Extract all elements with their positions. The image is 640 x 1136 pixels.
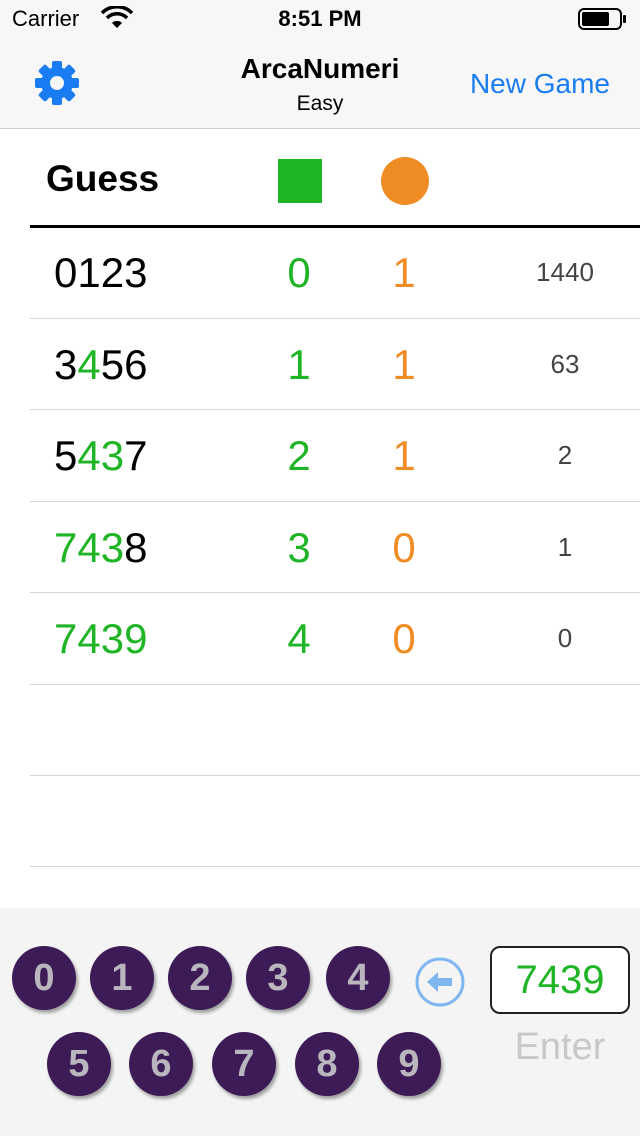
guess-row: 0123 0 1 1440 [30,227,640,319]
guess-row: 3456 1 1 63 [30,319,640,410]
guess-row: 5437 2 1 2 [30,410,640,502]
wrong-position-count: 0 [392,523,416,571]
digit-key-2[interactable]: 2 [168,946,232,1010]
enter-button[interactable]: Enter [490,1026,630,1069]
digit-key-6[interactable]: 6 [129,1032,193,1096]
guess-digit: 5 [54,432,78,479]
battery-icon [578,8,626,30]
backspace-arrow-icon[interactable] [414,956,466,1008]
guess-digits: 0123 [54,249,147,297]
guess-digit: 3 [54,340,78,388]
guess-digit: 4 [77,523,101,571]
digit-key-0[interactable]: 0 [12,946,76,1010]
guess-row: 7438 3 0 1 [30,502,640,593]
navigation-bar: ArcaNumeri Easy New Game [0,40,640,129]
guess-digit: 9 [124,615,148,662]
correct-position-count: 0 [287,249,311,296]
new-game-button[interactable]: New Game [470,68,610,100]
digit-key-9[interactable]: 9 [377,1032,441,1096]
guess-digit: 3 [100,615,125,662]
digit-key-1[interactable]: 1 [90,946,154,1010]
guess-digit: 7 [54,523,78,571]
guess-table-header: Guess [0,128,640,226]
guess-digit: 8 [124,523,148,571]
guess-digit: 4 [77,340,101,388]
guess-digits: 7439 [54,615,147,663]
correct-position-count: 1 [287,340,311,388]
status-bar: Carrier 8:51 PM [0,0,640,40]
wrong-position-count: 1 [392,249,416,296]
digit-key-8[interactable]: 8 [295,1032,359,1096]
empty-row [30,685,640,776]
guess-digit: 3 [124,249,148,296]
digit-key-7[interactable]: 7 [212,1032,276,1096]
remaining-count: 1440 [536,257,594,287]
wrong-position-circle-icon [381,157,429,205]
guess-digit: 2 [100,249,125,296]
digit-key-4[interactable]: 4 [326,946,390,1010]
correct-position-count: 2 [287,432,311,479]
remaining-count: 1 [557,531,573,562]
guess-column-header: Guess [46,158,160,199]
guess-digit: 3 [100,432,125,479]
guess-entry-field[interactable]: 7439 [490,946,630,1014]
guess-digit: 4 [77,615,101,662]
correct-position-count: 3 [287,523,311,571]
guess-digit: 4 [77,432,101,479]
guess-digit: 0 [54,249,78,296]
correct-position-count: 4 [287,615,311,662]
guess-digit: 1 [77,249,101,296]
digit-key-5[interactable]: 5 [47,1032,111,1096]
guess-digit: 7 [124,432,148,479]
keypad: 7439 Enter 01234 56789 [0,908,640,1136]
guess-digits: 7438 [54,524,147,572]
remaining-count: 2 [557,440,573,470]
guess-digit: 7 [54,615,78,662]
remaining-count: 63 [550,348,580,379]
digit-key-3[interactable]: 3 [246,946,310,1010]
guess-digit: 6 [124,340,148,388]
guess-digit: 3 [100,523,125,571]
empty-row [30,776,640,867]
wrong-position-count: 1 [392,340,416,388]
remaining-count: 0 [557,623,573,653]
guess-digits: 5437 [54,432,147,480]
guess-digits: 3456 [54,341,147,389]
guess-row: 7439 4 0 0 [30,593,640,685]
guess-digit: 5 [100,340,125,388]
guess-list: 0123 0 1 1440 3456 1 1 63 5437 2 1 2 7438 3 0 1 7439 4 0 0 [0,227,640,867]
status-time: 8:51 PM [278,6,362,31]
wrong-position-count: 0 [392,615,416,662]
wrong-position-count: 1 [392,432,416,479]
correct-position-square-icon [278,159,322,203]
